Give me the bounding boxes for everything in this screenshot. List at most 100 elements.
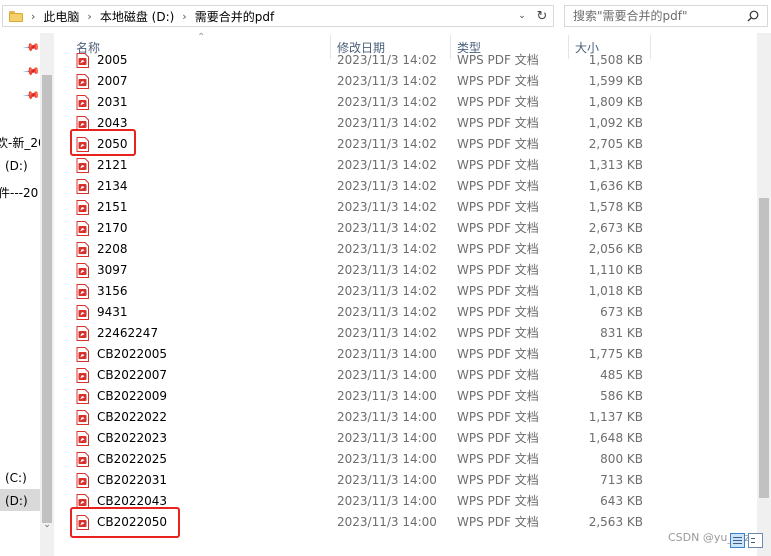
file-row[interactable]: 3097 2023/11/3 14:02 WPS PDF 文档 1,110 KB — [54, 260, 757, 281]
breadcrumb-this-pc[interactable]: 此电脑 — [43, 8, 79, 25]
file-name[interactable]: 2208 — [97, 239, 128, 260]
nav-item-folder[interactable]: 件---20 — [0, 184, 38, 201]
file-name[interactable]: CB2022005 — [97, 344, 167, 365]
search-icon[interactable] — [747, 10, 759, 22]
file-row[interactable]: CB2022022 2023/11/3 14:00 WPS PDF 文档 1,137 … — [54, 407, 757, 428]
file-name[interactable]: 2134 — [97, 176, 128, 197]
file-name[interactable]: CB2022007 — [97, 365, 167, 386]
file-size: 1,775 KB — [588, 347, 643, 361]
file-name[interactable]: 2005 — [97, 52, 128, 71]
file-name[interactable]: CB2022023 — [97, 428, 167, 449]
file-type: WPS PDF 文档 — [457, 284, 539, 298]
file-row[interactable]: 3156 2023/11/3 14:02 WPS PDF 文档 1,018 KB — [54, 281, 757, 302]
file-modified-date: 2023/11/3 14:02 — [337, 284, 437, 298]
file-row[interactable]: CB2022007 2023/11/3 14:00 WPS PDF 文档 485 KB — [54, 365, 757, 386]
file-type: WPS PDF 文档 — [457, 431, 539, 445]
file-row[interactable]: CB2022005 2023/11/3 14:00 WPS PDF 文档 1,775 … — [54, 344, 757, 365]
file-size: 1,018 KB — [588, 284, 643, 298]
nav-item-drive-d-quick[interactable]: (D:) — [5, 159, 28, 173]
pdf-file-icon — [76, 74, 89, 89]
pdf-file-icon — [76, 452, 89, 467]
highlight-annotation-box — [70, 129, 136, 156]
pdf-file-icon — [76, 158, 89, 173]
file-row[interactable]: 2005 2023/11/3 14:02 WPS PDF 文档 1,508 KB — [54, 52, 757, 71]
file-row[interactable]: CB2022031 2023/11/3 14:00 WPS PDF 文档 713 KB — [54, 470, 757, 491]
folder-icon — [9, 10, 23, 22]
pdf-file-icon — [76, 431, 89, 446]
file-name[interactable]: 9431 — [97, 302, 128, 323]
file-type: WPS PDF 文档 — [457, 515, 539, 529]
pin-icon[interactable]: 📌 — [22, 62, 41, 81]
file-modified-date: 2023/11/3 14:02 — [337, 137, 437, 151]
file-name[interactable]: 3097 — [97, 260, 128, 281]
file-name[interactable]: 2121 — [97, 155, 128, 176]
chevron-right-icon[interactable]: › — [182, 10, 186, 23]
breadcrumb-current-folder[interactable]: 需要合并的pdf — [195, 8, 274, 25]
nav-item-drive-c[interactable]: (C:) — [5, 471, 27, 485]
navigation-pane: 📌 📌 📌 欢-新_20 (D:) 件---20 (C:) (D:) ⌄ — [0, 33, 54, 556]
file-row[interactable]: CB2022025 2023/11/3 14:00 WPS PDF 文档 800 KB — [54, 449, 757, 470]
file-name[interactable]: 22462247 — [97, 323, 158, 344]
file-size: 643 KB — [600, 494, 643, 508]
pdf-file-icon — [76, 53, 89, 68]
chevron-right-icon[interactable]: › — [31, 10, 35, 23]
address-bar-row: › 此电脑 › 本地磁盘 (D:) › 需要合并的pdf ⌄ ↻ — [0, 0, 771, 33]
large-icons-view-icon[interactable] — [748, 533, 763, 548]
file-row[interactable]: 2007 2023/11/3 14:02 WPS PDF 文档 1,599 KB — [54, 71, 757, 92]
file-modified-date: 2023/11/3 14:00 — [337, 368, 437, 382]
file-name[interactable]: CB2022009 — [97, 386, 167, 407]
chevron-right-icon[interactable]: › — [87, 10, 91, 23]
file-name[interactable]: 2007 — [97, 71, 128, 92]
file-name[interactable]: 2031 — [97, 92, 128, 113]
file-row[interactable]: 2208 2023/11/3 14:02 WPS PDF 文档 2,056 KB — [54, 239, 757, 260]
file-row[interactable]: 2170 2023/11/3 14:02 WPS PDF 文档 2,673 KB — [54, 218, 757, 239]
scroll-down-arrow-icon[interactable]: ⌄ — [41, 519, 53, 531]
file-modified-date: 2023/11/3 14:02 — [337, 116, 437, 130]
file-name[interactable]: CB2022022 — [97, 407, 167, 428]
file-row[interactable]: 2050 2023/11/3 14:02 WPS PDF 文档 2,705 KB — [54, 134, 757, 155]
file-row[interactable]: 2043 2023/11/3 14:02 WPS PDF 文档 1,092 KB — [54, 113, 757, 134]
pdf-file-icon — [76, 347, 89, 362]
address-bar[interactable]: › 此电脑 › 本地磁盘 (D:) › 需要合并的pdf ⌄ ↻ — [2, 5, 554, 27]
file-size: 1,137 KB — [588, 410, 643, 424]
file-row[interactable]: 2121 2023/11/3 14:02 WPS PDF 文档 1,313 KB — [54, 155, 757, 176]
file-modified-date: 2023/11/3 14:02 — [337, 74, 437, 88]
file-size: 1,508 KB — [588, 53, 643, 67]
address-history-dropdown-icon[interactable]: ⌄ — [513, 6, 531, 26]
file-size: 1,648 KB — [588, 431, 643, 445]
file-name[interactable]: 2170 — [97, 218, 128, 239]
details-view-icon[interactable] — [730, 533, 745, 548]
refresh-icon[interactable]: ↻ — [533, 6, 551, 26]
search-box[interactable] — [564, 5, 768, 27]
file-size: 1,636 KB — [588, 179, 643, 193]
breadcrumb-local-disk-d[interactable]: 本地磁盘 (D:) — [100, 8, 174, 25]
file-name[interactable]: 2151 — [97, 197, 128, 218]
file-list-scrollbar-thumb[interactable] — [759, 198, 769, 498]
file-row[interactable]: 2151 2023/11/3 14:02 WPS PDF 文档 1,578 KB — [54, 197, 757, 218]
file-row[interactable]: CB2022009 2023/11/3 14:00 WPS PDF 文档 586 KB — [54, 386, 757, 407]
search-input[interactable] — [565, 8, 745, 24]
file-row[interactable]: 22462247 2023/11/3 14:02 WPS PDF 文档 831 KB — [54, 323, 757, 344]
file-row[interactable]: CB2022023 2023/11/3 14:00 WPS PDF 文档 1,648 … — [54, 428, 757, 449]
file-name[interactable]: 3156 — [97, 281, 128, 302]
file-row[interactable]: 2134 2023/11/3 14:02 WPS PDF 文档 1,636 KB — [54, 176, 757, 197]
nav-scrollbar-thumb[interactable] — [42, 75, 52, 523]
pdf-file-icon — [76, 410, 89, 425]
file-row[interactable]: 2031 2023/11/3 14:02 WPS PDF 文档 1,809 KB — [54, 92, 757, 113]
pdf-file-icon — [76, 263, 89, 278]
file-type: WPS PDF 文档 — [457, 200, 539, 214]
pin-icon[interactable]: 📌 — [22, 86, 41, 105]
pdf-file-icon — [76, 200, 89, 215]
pin-icon[interactable]: 📌 — [22, 38, 41, 57]
pdf-file-icon — [76, 284, 89, 299]
nav-item-recent-folder[interactable]: 欢-新_20 — [0, 134, 46, 151]
file-name[interactable]: CB2022031 — [97, 470, 167, 491]
file-type: WPS PDF 文档 — [457, 452, 539, 466]
file-name[interactable]: CB2022025 — [97, 449, 167, 470]
nav-item-drive-d[interactable]: (D:) — [5, 494, 28, 508]
pdf-file-icon — [76, 305, 89, 320]
file-row[interactable]: 9431 2023/11/3 14:02 WPS PDF 文档 673 KB — [54, 302, 757, 323]
file-size: 673 KB — [600, 305, 643, 319]
file-modified-date: 2023/11/3 14:02 — [337, 242, 437, 256]
file-size: 586 KB — [600, 389, 643, 403]
